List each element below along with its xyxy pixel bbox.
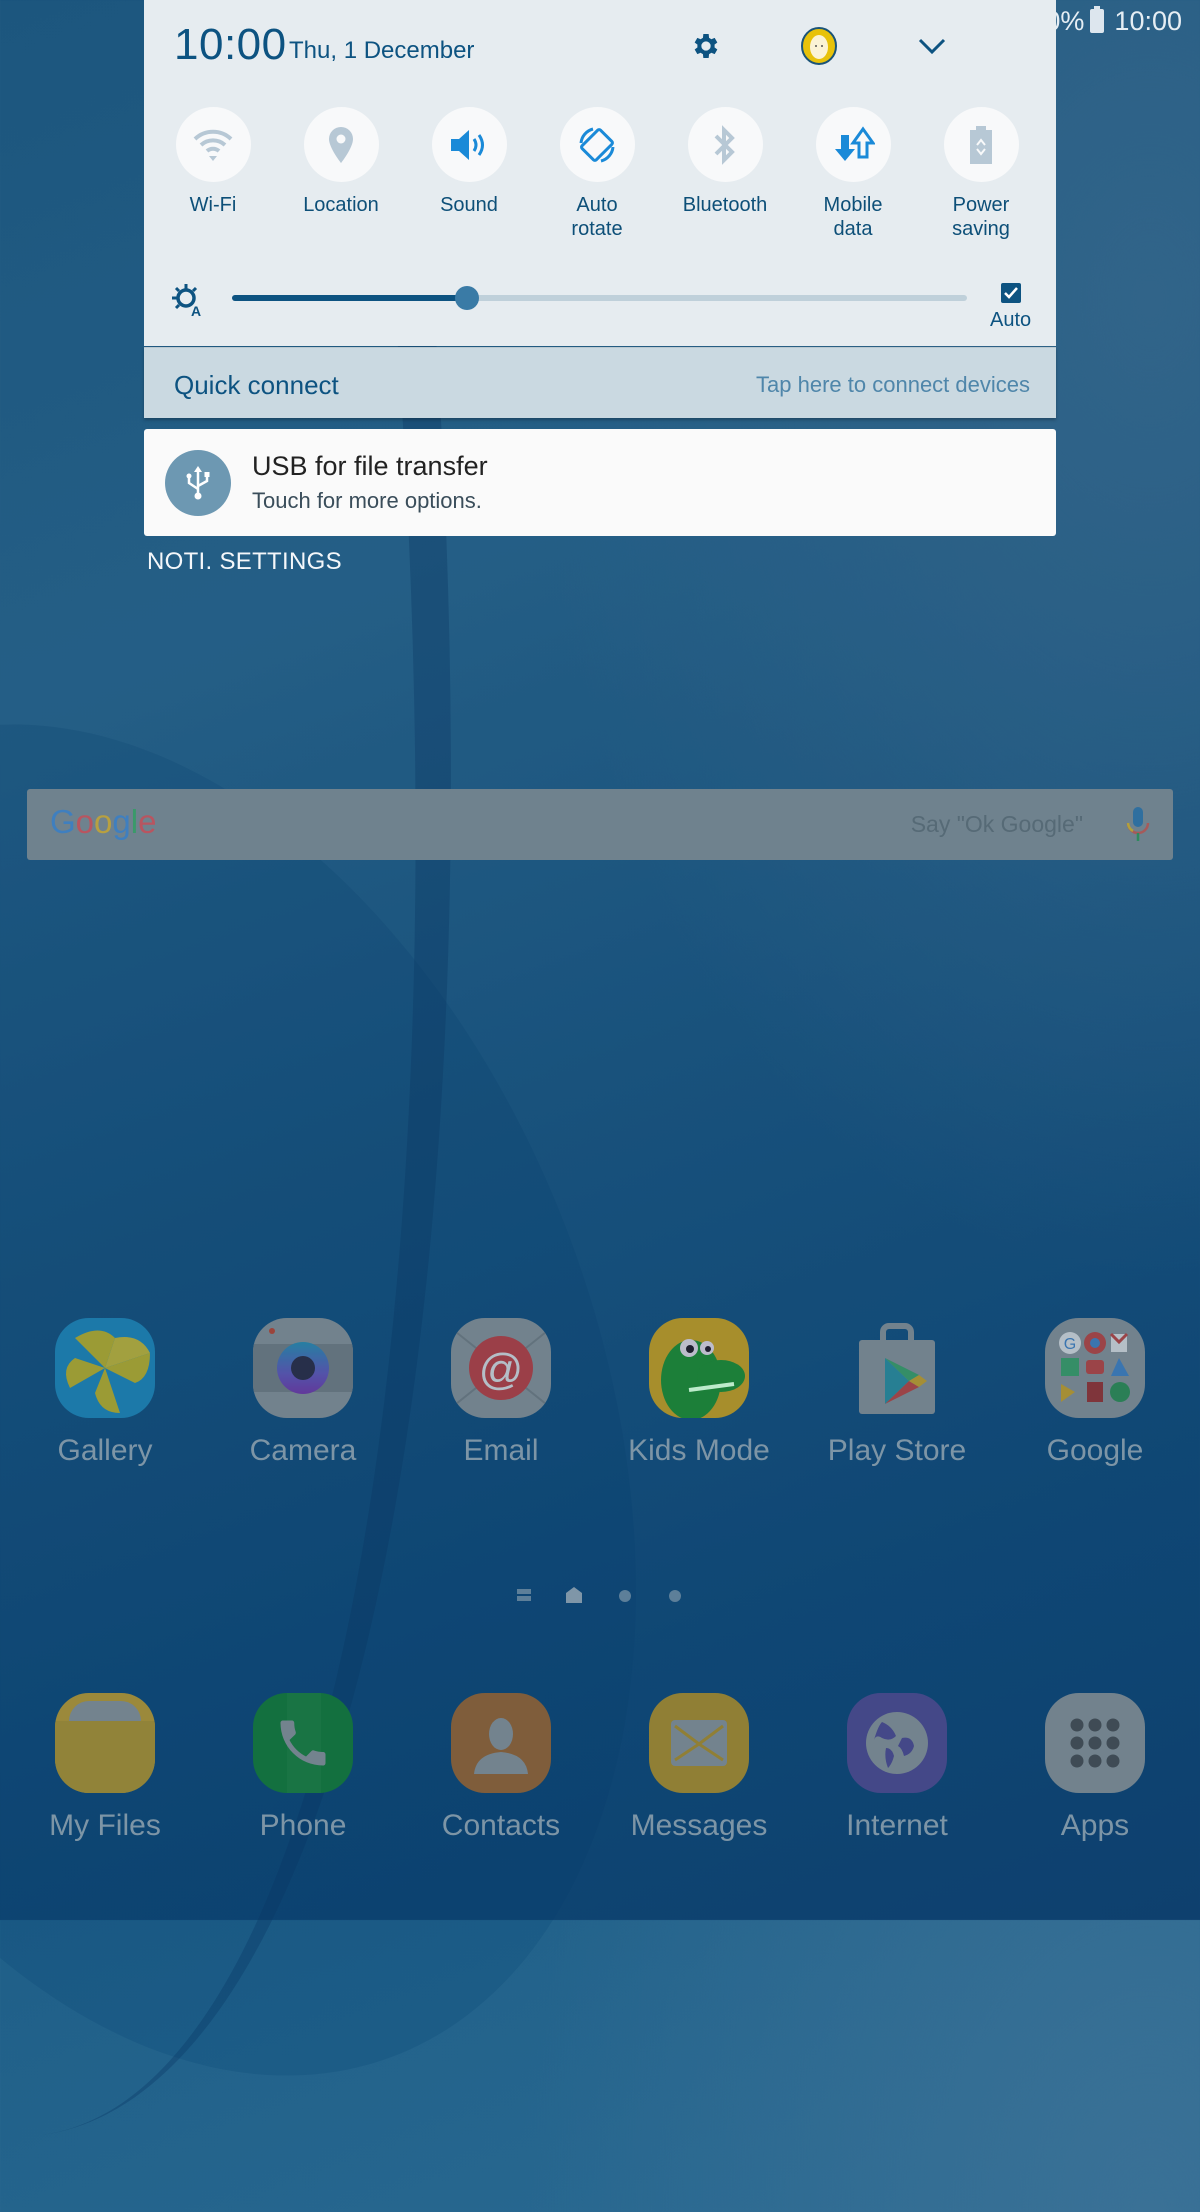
app-play-store[interactable]: Play Store xyxy=(817,1318,977,1468)
google-folder-icon: G xyxy=(1045,1318,1145,1418)
usb-notification[interactable]: USB for file transfer Touch for more opt… xyxy=(144,429,1056,536)
toggle-auto-rotate[interactable]: Auto rotate xyxy=(533,107,661,241)
app-contacts[interactable]: Contacts xyxy=(421,1693,581,1843)
page-dot[interactable] xyxy=(619,1590,631,1602)
kids-mode-icon xyxy=(649,1318,749,1418)
checkmark-icon xyxy=(1004,287,1018,299)
toggle-wifi[interactable]: Wi-Fi xyxy=(149,107,277,217)
app-label: Google xyxy=(1046,1434,1144,1467)
camera-icon xyxy=(253,1318,353,1418)
user-avatar[interactable] xyxy=(800,26,838,66)
toggle-power-saving[interactable]: Power saving xyxy=(917,107,1045,241)
bluetooth-icon xyxy=(714,124,735,165)
toggle-bluetooth[interactable]: Bluetooth xyxy=(661,107,789,217)
app-apps[interactable]: Apps xyxy=(1015,1693,1175,1843)
notification-subtitle: Touch for more options. xyxy=(252,488,482,513)
google-search-bar[interactable]: Google Say "Ok Google" xyxy=(27,789,1173,860)
speaker-icon xyxy=(451,129,484,160)
messages-icon xyxy=(649,1693,749,1793)
toggle-sound[interactable]: Sound xyxy=(405,107,533,217)
app-gallery[interactable]: Gallery xyxy=(25,1318,185,1468)
home-page-icon[interactable] xyxy=(566,1587,582,1603)
rotate-icon xyxy=(579,127,615,162)
data-arrows-icon xyxy=(835,125,875,161)
usb-icon xyxy=(165,450,231,516)
svg-text:@: @ xyxy=(479,1345,524,1394)
auto-brightness-label: Auto xyxy=(990,309,1032,331)
app-label: Apps xyxy=(1060,1809,1130,1842)
noti-settings-button[interactable]: NOTI. SETTINGS xyxy=(147,548,342,576)
location-pin-icon xyxy=(329,126,353,163)
page-dot[interactable] xyxy=(669,1590,681,1602)
app-label: Messages xyxy=(630,1809,768,1842)
status-time: 10:00 xyxy=(1114,5,1182,36)
panel-date: Thu, 1 December xyxy=(289,37,475,64)
app-google[interactable]: G Google xyxy=(1015,1318,1175,1468)
apps-list-page-icon[interactable] xyxy=(517,1589,531,1601)
quick-settings-panel: 10:00 Thu, 1 December Wi-Fi Location Sou… xyxy=(144,0,1056,346)
app-phone[interactable]: Phone xyxy=(223,1693,383,1843)
toggle-mobile-data[interactable]: Mobile data xyxy=(789,107,917,241)
app-email[interactable]: @ Email xyxy=(421,1318,581,1468)
app-internet[interactable]: Internet xyxy=(817,1693,977,1843)
toggle-label: Mobile data xyxy=(823,194,883,240)
quick-connect-title: Quick connect xyxy=(174,370,339,400)
toggle-label: Wi-Fi xyxy=(189,194,237,216)
toggle-location[interactable]: Location xyxy=(277,107,405,217)
app-kids-mode[interactable]: Kids Mode xyxy=(619,1318,779,1468)
app-label: Contacts xyxy=(441,1809,561,1842)
app-label: Phone xyxy=(259,1809,347,1842)
quick-connect-bar[interactable]: Quick connect Tap here to connect device… xyxy=(144,347,1056,418)
battery-recycle-icon xyxy=(970,125,992,164)
app-label: Email xyxy=(463,1434,539,1467)
apps-grid-icon xyxy=(1045,1693,1145,1793)
gear-icon[interactable] xyxy=(688,28,724,64)
app-camera[interactable]: Camera xyxy=(223,1318,383,1468)
app-my-files[interactable]: My Files xyxy=(25,1693,185,1843)
toggle-label: Auto rotate xyxy=(571,194,623,240)
panel-time: 10:00 xyxy=(174,20,287,69)
auto-brightness-icon: A xyxy=(172,284,201,317)
app-label: Camera xyxy=(249,1434,357,1467)
app-label: Kids Mode xyxy=(628,1434,770,1467)
toggle-label: Location xyxy=(303,194,379,216)
quick-connect-subtitle: Tap here to connect devices xyxy=(756,372,1030,397)
battery-icon xyxy=(1090,6,1105,33)
phone-icon xyxy=(253,1693,353,1793)
app-label: Internet xyxy=(846,1809,948,1842)
folder-icon xyxy=(55,1693,155,1793)
brightness-slider[interactable] xyxy=(232,286,967,310)
globe-icon xyxy=(847,1693,947,1793)
email-icon: @ xyxy=(451,1318,551,1418)
brightness-slider-thumb[interactable] xyxy=(455,286,480,310)
notification-title: USB for file transfer xyxy=(252,451,488,481)
svg-text:G: G xyxy=(1064,1336,1076,1353)
play-store-icon xyxy=(847,1318,947,1418)
chevron-down-icon[interactable] xyxy=(914,28,950,64)
ok-google-hint: Say "Ok Google" xyxy=(910,811,1083,837)
toggle-label: Sound xyxy=(440,194,498,216)
toggle-label: Power saving xyxy=(952,194,1010,240)
app-messages[interactable]: Messages xyxy=(619,1693,779,1843)
svg-text:A: A xyxy=(191,303,201,317)
app-label: Play Store xyxy=(827,1434,967,1467)
gallery-icon xyxy=(55,1318,155,1418)
google-logo: Google xyxy=(50,803,157,840)
auto-brightness-checkbox[interactable] xyxy=(1001,283,1021,303)
brightness-slider-fill xyxy=(232,295,468,301)
microphone-icon[interactable] xyxy=(1125,805,1151,845)
app-label: Gallery xyxy=(57,1434,153,1467)
wifi-icon xyxy=(193,129,233,161)
page-indicator xyxy=(0,1586,1200,1606)
toggle-label: Bluetooth xyxy=(682,194,768,216)
contacts-icon xyxy=(451,1693,551,1793)
app-label: My Files xyxy=(49,1809,161,1842)
